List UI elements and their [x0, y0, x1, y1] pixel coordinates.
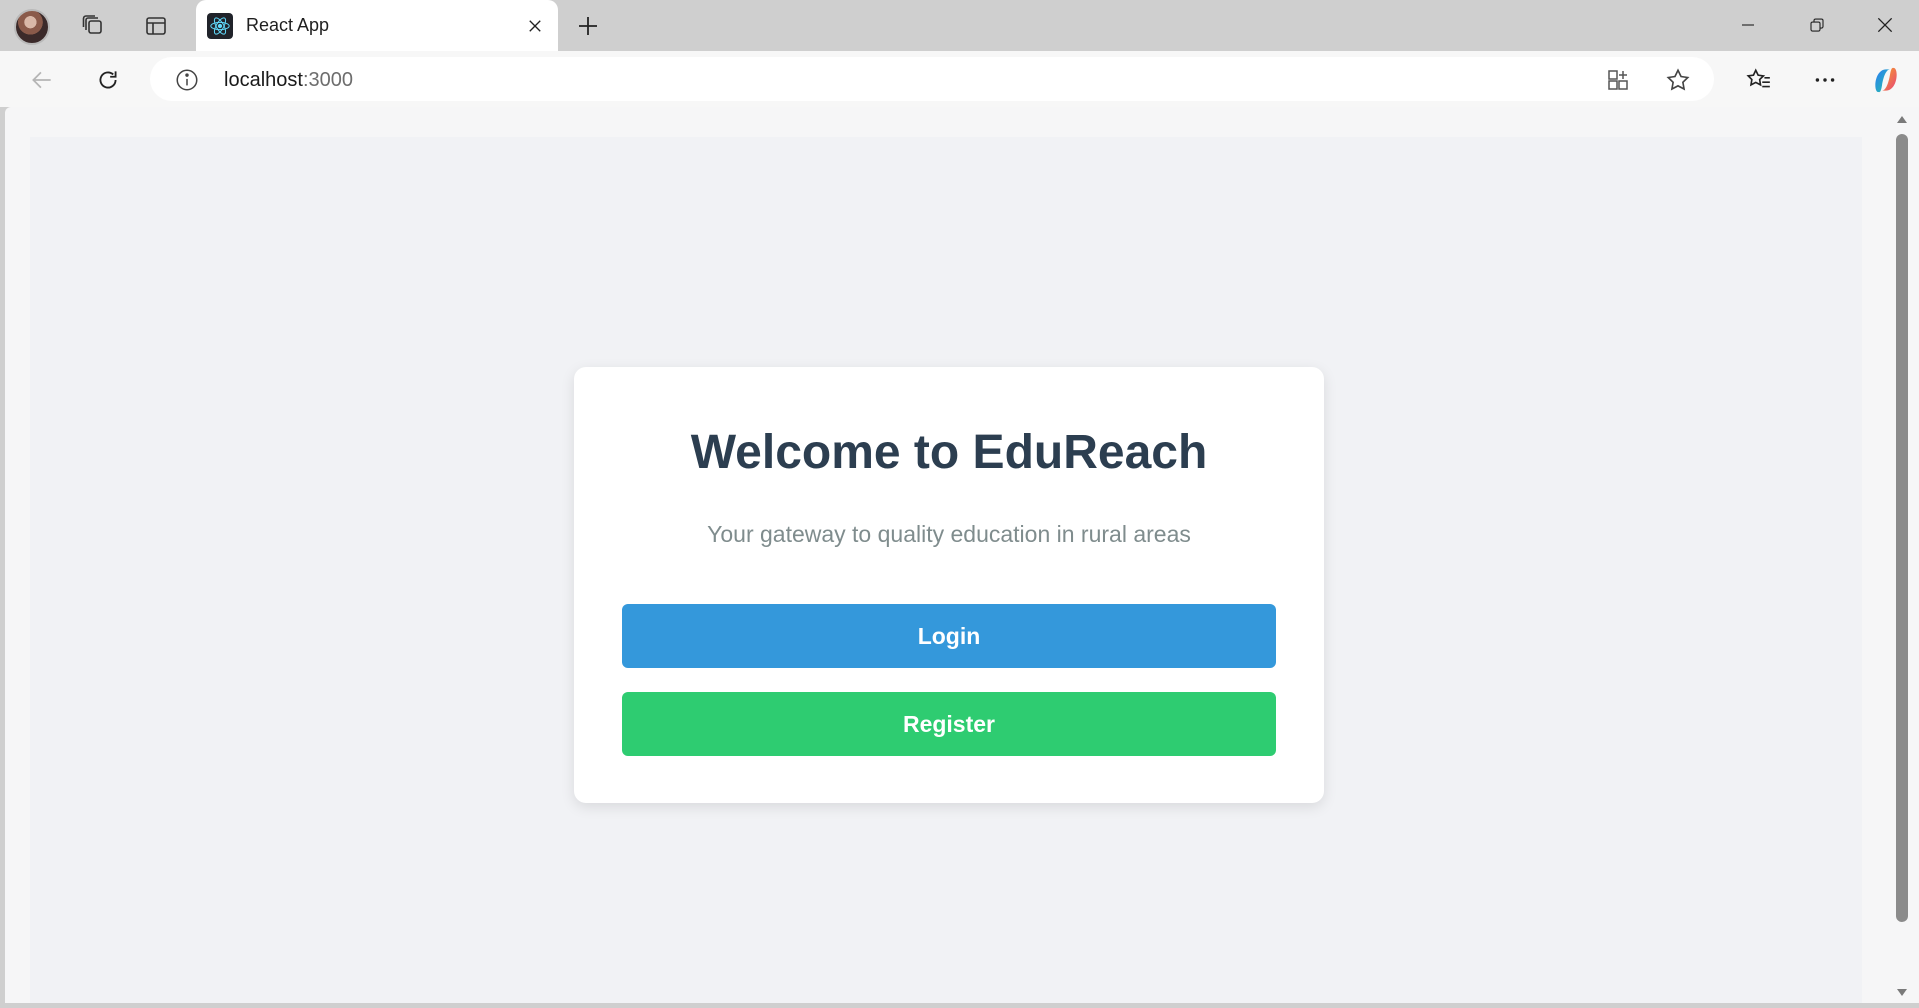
welcome-card: Welcome to EduReach Your gateway to qual…: [574, 367, 1324, 803]
back-arrow-icon[interactable]: [22, 61, 62, 99]
more-icon[interactable]: [1808, 63, 1842, 97]
browser-window: React App localhost:3000 Welcome to EduR…: [0, 0, 1919, 1008]
url-port: :3000: [302, 69, 353, 91]
page-title: Welcome to EduReach: [690, 426, 1208, 479]
page-subtitle: Your gateway to quality education in rur…: [707, 521, 1191, 547]
scrollbar-thumb[interactable]: [1896, 134, 1908, 922]
workspaces-icon[interactable]: [76, 10, 110, 42]
scroll-down-icon[interactable]: [1894, 985, 1910, 999]
close-window-icon[interactable]: [1860, 6, 1910, 44]
address-bar[interactable]: localhost:3000: [150, 57, 1714, 101]
react-favicon-icon: [207, 13, 233, 39]
tab-title: React App: [246, 15, 330, 35]
tab-react-app[interactable]: React App: [196, 0, 558, 51]
scroll-up-icon[interactable]: [1894, 113, 1910, 127]
login-button[interactable]: Login: [622, 604, 1276, 668]
register-button[interactable]: Register: [622, 692, 1276, 756]
info-icon[interactable]: [174, 67, 200, 93]
minimize-icon[interactable]: [1723, 6, 1773, 44]
url-host: localhost: [224, 69, 303, 91]
refresh-icon[interactable]: [88, 61, 128, 99]
profile-avatar[interactable]: [14, 9, 50, 45]
url-text[interactable]: localhost:3000: [224, 69, 353, 92]
app-available-icon[interactable]: [1604, 66, 1632, 94]
star-icon[interactable]: [1664, 66, 1692, 94]
plus-icon[interactable]: [570, 10, 606, 42]
close-icon[interactable]: [522, 13, 548, 39]
tab-strip: React App: [0, 0, 1919, 51]
restore-icon[interactable]: [1792, 6, 1842, 44]
copilot-icon[interactable]: [1869, 63, 1903, 97]
vertical-tabs-icon[interactable]: [139, 10, 173, 42]
favorites-icon[interactable]: [1742, 63, 1776, 97]
browser-toolbar: localhost:3000: [0, 51, 1919, 107]
